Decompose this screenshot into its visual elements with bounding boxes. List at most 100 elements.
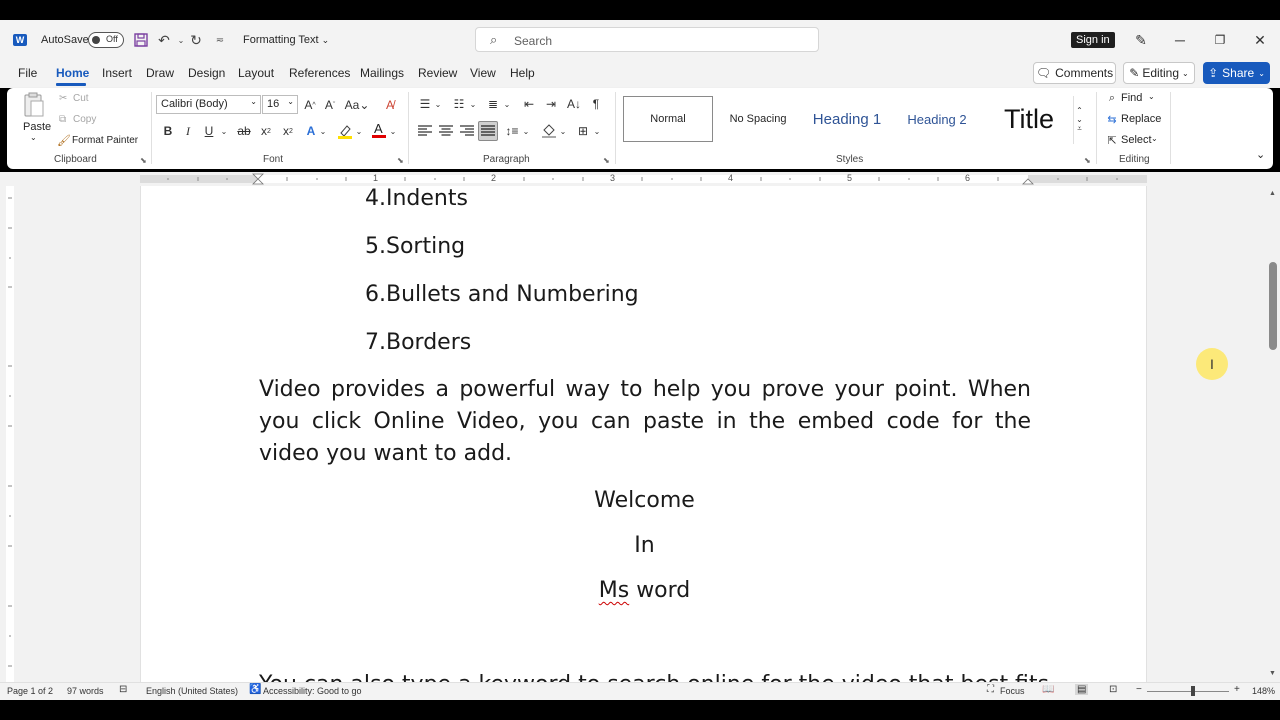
sign-in-button[interactable]: Sign in (1071, 32, 1115, 48)
style-heading-2[interactable]: Heading 2 (892, 96, 982, 142)
vertical-ruler[interactable] (0, 186, 22, 682)
collapse-ribbon-icon[interactable]: ⌄ (1256, 148, 1265, 161)
chevron-down-icon[interactable]: ⌄ (354, 123, 364, 139)
replace-button[interactable]: Replace (1121, 113, 1161, 125)
styles-launcher-icon[interactable]: ⬊ (1084, 156, 1091, 165)
underline-icon[interactable]: U (202, 123, 216, 139)
tab-review[interactable]: Review (418, 66, 457, 80)
numbering-icon[interactable]: ☷ (450, 96, 468, 112)
paragraph-launcher-icon[interactable]: ⬊ (603, 156, 610, 165)
chevron-down-icon[interactable]: ⌄ (502, 96, 512, 112)
zoom-slider-thumb[interactable] (1191, 686, 1195, 696)
zoom-slider[interactable] (1147, 691, 1229, 692)
clear-formatting-icon[interactable]: A̸ (382, 97, 398, 113)
cutoff-paragraph[interactable]: You can also type a keyword to search on… (259, 672, 1049, 682)
chevron-down-icon[interactable]: ⌄ (219, 123, 229, 139)
highlighter-icon[interactable] (336, 122, 354, 140)
tab-design[interactable]: Design (188, 66, 225, 80)
focus-button[interactable]: Focus (1000, 686, 1025, 696)
pen-icon[interactable]: ✎ (1131, 30, 1151, 50)
close-icon[interactable]: ✕ (1250, 30, 1270, 50)
comments-button[interactable]: 🗨 Comments (1033, 62, 1116, 84)
decrease-indent-icon[interactable]: ⇤ (520, 96, 538, 112)
chevron-down-icon[interactable]: ⌄ (1148, 92, 1155, 101)
align-right-icon[interactable] (458, 122, 476, 140)
zoom-in-icon[interactable]: + (1234, 684, 1240, 695)
tab-insert[interactable]: Insert (102, 66, 132, 80)
minimize-icon[interactable]: ─ (1170, 30, 1190, 50)
format-painter-button[interactable]: Format Painter (72, 135, 138, 146)
chevron-down-icon[interactable]: ⌄ (1076, 115, 1083, 124)
scrollbar-thumb[interactable] (1269, 262, 1277, 350)
font-color-icon[interactable]: A (370, 121, 388, 139)
tab-home[interactable]: Home (56, 66, 89, 80)
vertical-scrollbar[interactable]: ▲ ▼ (1266, 186, 1280, 682)
document-title[interactable]: Formatting Text ⌄ (243, 34, 329, 46)
font-launcher-icon[interactable]: ⬊ (397, 156, 404, 165)
select-button[interactable]: Select (1121, 134, 1152, 146)
scroll-down-icon[interactable]: ▼ (1269, 670, 1276, 677)
style-title[interactable]: Title (984, 96, 1074, 142)
line-spacing-icon[interactable]: ↕≡ (503, 122, 521, 140)
sort-icon[interactable]: A↓ (565, 96, 583, 112)
centered-line-in[interactable]: In (141, 533, 1146, 558)
font-name-combobox[interactable]: Calibri (Body) ⌄ (156, 95, 261, 114)
tab-mailings[interactable]: Mailings (360, 66, 404, 80)
spelling-flagged-word[interactable]: Ms (599, 578, 629, 603)
zoom-out-icon[interactable]: − (1136, 684, 1142, 695)
web-layout-icon[interactable]: ⊡ (1109, 684, 1117, 695)
read-mode-icon[interactable]: 📖 (1042, 684, 1054, 695)
show-formatting-marks-icon[interactable]: ¶ (588, 96, 604, 112)
list-item[interactable]: 6.Bullets and Numbering (365, 282, 639, 307)
accessibility-status[interactable]: Accessibility: Good to go (263, 686, 362, 696)
list-item[interactable]: 4.Indents (365, 186, 468, 211)
proofing-icon[interactable]: ⊟ (119, 684, 127, 695)
chevron-down-icon[interactable]: ⌄ (1151, 134, 1158, 143)
style-heading-1[interactable]: Heading 1 (802, 96, 892, 142)
multilevel-list-icon[interactable]: ≣ (484, 96, 502, 112)
bullets-icon[interactable]: ☰ (416, 96, 434, 112)
paste-button[interactable]: Paste (23, 121, 51, 133)
body-paragraph[interactable]: Video provides a powerful way to help yo… (259, 374, 1031, 470)
redo-icon[interactable]: ↻ (187, 31, 205, 49)
find-button[interactable]: Find (1121, 92, 1142, 104)
style-normal[interactable]: Normal (623, 96, 713, 142)
chevron-down-icon[interactable]: ⌄ (30, 133, 37, 142)
italic-icon[interactable]: I (181, 123, 195, 139)
chevron-down-icon[interactable]: ⌄ (592, 122, 602, 140)
chevron-down-icon[interactable]: ⌄ (318, 123, 328, 139)
centered-line-welcome[interactable]: Welcome (141, 488, 1146, 513)
superscript-icon[interactable]: x2 (280, 123, 296, 139)
strikethrough-icon[interactable]: ab (236, 123, 252, 139)
more-styles-icon[interactable]: ⩡ (1077, 124, 1082, 134)
page-count[interactable]: Page 1 of 2 (7, 686, 53, 696)
tab-help[interactable]: Help (510, 66, 535, 80)
zoom-level[interactable]: 148% (1252, 686, 1275, 696)
word-count[interactable]: 97 words (67, 686, 104, 696)
font-size-combobox[interactable]: 16 ⌄ (262, 95, 298, 114)
copy-button[interactable]: Copy (73, 114, 96, 125)
editing-mode-button[interactable]: ✎ Editing ⌄ (1123, 62, 1195, 84)
bold-icon[interactable]: B (161, 123, 175, 139)
borders-icon[interactable]: ⊞ (574, 122, 592, 140)
styles-gallery-scroll[interactable]: ⌃ ⌄ ⩡ (1073, 96, 1085, 144)
style-no-spacing[interactable]: No Spacing (714, 96, 802, 142)
increase-indent-icon[interactable]: ⇥ (542, 96, 560, 112)
chevron-up-icon[interactable]: ⌃ (1076, 106, 1083, 115)
chevron-down-icon[interactable]: ⌄ (521, 122, 531, 140)
chevron-down-icon[interactable]: ⌄ (468, 96, 478, 112)
language-status[interactable]: English (United States) (146, 686, 238, 696)
search-box[interactable]: ⌕ Search (475, 27, 819, 52)
grow-font-icon[interactable]: A ^ (302, 97, 318, 113)
change-case-icon[interactable]: Aa⌄ (345, 97, 370, 113)
share-button[interactable]: ⇪ Share ⌄ (1203, 62, 1270, 84)
subscript-icon[interactable]: x2 (258, 123, 274, 139)
tab-view[interactable]: View (470, 66, 496, 80)
list-item[interactable]: 7.Borders (365, 330, 471, 355)
restore-icon[interactable]: ❐ (1210, 30, 1230, 50)
tab-references[interactable]: References (289, 66, 350, 80)
horizontal-ruler[interactable]: 1 2 3 4 5 6 (0, 172, 1280, 186)
autosave-toggle[interactable]: Off (88, 32, 124, 48)
justify-icon[interactable] (478, 121, 498, 141)
scroll-up-icon[interactable]: ▲ (1269, 190, 1276, 197)
